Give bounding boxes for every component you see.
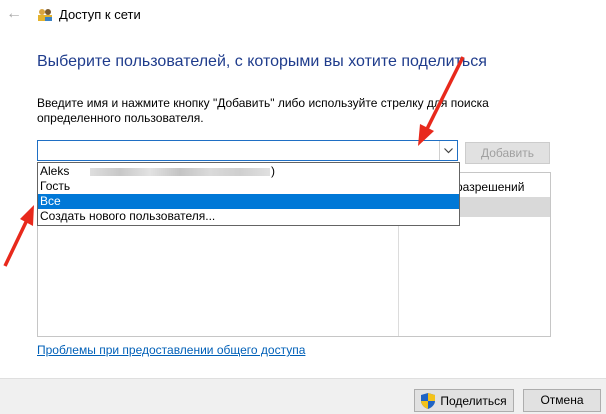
red-arrow-icon xyxy=(3,205,34,267)
obscured-text xyxy=(90,168,270,176)
dropdown-item-guest[interactable]: Гость xyxy=(38,179,459,194)
page-heading: Выберите пользователей, с которыми вы хо… xyxy=(37,53,487,70)
users-icon xyxy=(38,9,52,21)
user-combobox[interactable] xyxy=(37,140,458,161)
chevron-down-icon[interactable] xyxy=(439,141,457,160)
share-button[interactable]: Поделиться xyxy=(414,389,514,412)
dropdown-item-suffix: ) xyxy=(271,164,275,178)
dropdown-item-label: Создать нового пользователя... xyxy=(40,209,216,223)
add-button[interactable]: Добавить xyxy=(465,142,550,164)
window-title: Доступ к сети xyxy=(59,7,141,22)
arrow-left-icon[interactable]: ← xyxy=(6,5,22,23)
share-button-label: Поделиться xyxy=(440,393,507,408)
uac-shield-icon xyxy=(421,392,436,409)
title-bar: ← Доступ к сети xyxy=(0,0,606,30)
cancel-button[interactable]: Отмена xyxy=(523,389,601,412)
dropdown-item-everyone[interactable]: Все xyxy=(38,194,459,209)
dropdown-item-label: Aleks xyxy=(40,164,70,178)
sharing-help-link[interactable]: Проблемы при предоставлении общего досту… xyxy=(37,343,305,357)
instructions-text: Введите имя и нажмите кнопку "Добавить" … xyxy=(37,96,489,125)
dropdown-item-aleks[interactable]: Aleks ) xyxy=(38,164,459,179)
table-row[interactable] xyxy=(458,197,550,217)
permission-column-header[interactable]: разрешений xyxy=(456,180,524,194)
dropdown-item-label: Все xyxy=(40,194,61,208)
dialog-footer: Поделиться Отмена xyxy=(0,378,606,414)
user-dropdown-list: Aleks ) Гость Все Создать нового пользов… xyxy=(37,162,460,226)
dropdown-item-create-user[interactable]: Создать нового пользователя... xyxy=(38,209,459,224)
dropdown-item-label: Гость xyxy=(40,179,71,193)
